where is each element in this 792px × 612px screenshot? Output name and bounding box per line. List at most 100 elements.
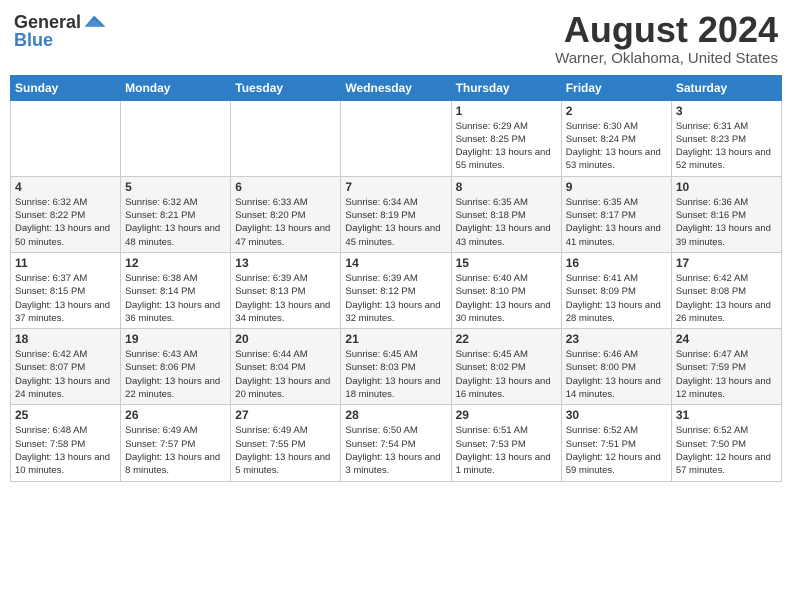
day-info: Sunrise: 6:33 AMSunset: 8:20 PMDaylight:… [235,196,336,249]
day-info: Sunrise: 6:42 AMSunset: 8:08 PMDaylight:… [676,272,777,325]
day-info: Sunrise: 6:42 AMSunset: 8:07 PMDaylight:… [15,348,116,401]
calendar-cell: 27 Sunrise: 6:49 AMSunset: 7:55 PMDayligh… [231,405,341,481]
day-number: 5 [125,180,226,194]
day-info: Sunrise: 6:30 AMSunset: 8:24 PMDaylight:… [566,120,667,173]
day-info: Sunrise: 6:45 AMSunset: 8:02 PMDaylight:… [456,348,557,401]
calendar-cell: 7 Sunrise: 6:34 AMSunset: 8:19 PMDaylight… [341,176,451,252]
calendar-cell: 1 Sunrise: 6:29 AMSunset: 8:25 PMDaylight… [451,100,561,176]
calendar-cell: 30 Sunrise: 6:52 AMSunset: 7:51 PMDayligh… [561,405,671,481]
day-number: 4 [15,180,116,194]
logo-blue: Blue [14,30,53,51]
day-number: 16 [566,256,667,270]
day-info: Sunrise: 6:50 AMSunset: 7:54 PMDaylight:… [345,424,446,477]
day-info: Sunrise: 6:41 AMSunset: 8:09 PMDaylight:… [566,272,667,325]
calendar-cell [11,100,121,176]
day-header-friday: Friday [561,75,671,100]
day-number: 1 [456,104,557,118]
day-number: 22 [456,332,557,346]
day-number: 10 [676,180,777,194]
day-header-monday: Monday [121,75,231,100]
day-number: 18 [15,332,116,346]
logo: General Blue [14,10,107,51]
day-number: 13 [235,256,336,270]
day-number: 19 [125,332,226,346]
day-info: Sunrise: 6:52 AMSunset: 7:51 PMDaylight:… [566,424,667,477]
week-row-2: 4 Sunrise: 6:32 AMSunset: 8:22 PMDaylight… [11,176,782,252]
day-number: 23 [566,332,667,346]
day-info: Sunrise: 6:32 AMSunset: 8:21 PMDaylight:… [125,196,226,249]
calendar-cell: 29Sunrise: 6:51 AMSunset: 7:53 PMDayligh… [451,405,561,481]
calendar-cell: 19 Sunrise: 6:43 AMSunset: 8:06 PMDayligh… [121,329,231,405]
calendar-cell: 2 Sunrise: 6:30 AMSunset: 8:24 PMDaylight… [561,100,671,176]
day-number: 12 [125,256,226,270]
day-number: 15 [456,256,557,270]
day-info: Sunrise: 6:49 AMSunset: 7:57 PMDaylight:… [125,424,226,477]
calendar-cell: 26 Sunrise: 6:49 AMSunset: 7:57 PMDayligh… [121,405,231,481]
calendar-cell: 12 Sunrise: 6:38 AMSunset: 8:14 PMDayligh… [121,252,231,328]
calendar-cell: 22 Sunrise: 6:45 AMSunset: 8:02 PMDayligh… [451,329,561,405]
day-info: Sunrise: 6:40 AMSunset: 8:10 PMDaylight:… [456,272,557,325]
day-number: 11 [15,256,116,270]
calendar-cell: 13 Sunrise: 6:39 AMSunset: 8:13 PMDayligh… [231,252,341,328]
day-header-saturday: Saturday [671,75,781,100]
day-info: Sunrise: 6:37 AMSunset: 8:15 PMDaylight:… [15,272,116,325]
day-info: Sunrise: 6:46 AMSunset: 8:00 PMDaylight:… [566,348,667,401]
calendar-cell: 31 Sunrise: 6:52 AMSunset: 7:50 PMDayligh… [671,405,781,481]
day-info: Sunrise: 6:39 AMSunset: 8:12 PMDaylight:… [345,272,446,325]
calendar-cell: 10Sunrise: 6:36 AMSunset: 8:16 PMDayligh… [671,176,781,252]
day-number: 3 [676,104,777,118]
page-header: General Blue August 2024 Warner, Oklahom… [10,10,782,67]
calendar-cell: 3Sunrise: 6:31 AMSunset: 8:23 PMDaylight… [671,100,781,176]
calendar-cell: 6 Sunrise: 6:33 AMSunset: 8:20 PMDaylight… [231,176,341,252]
day-info: Sunrise: 6:48 AMSunset: 7:58 PMDaylight:… [15,424,116,477]
calendar-cell [341,100,451,176]
day-number: 7 [345,180,446,194]
calendar-cell: 20Sunrise: 6:44 AMSunset: 8:04 PMDayligh… [231,329,341,405]
day-number: 31 [676,408,777,422]
calendar-cell: 11 Sunrise: 6:37 AMSunset: 8:15 PMDayligh… [11,252,121,328]
day-number: 27 [235,408,336,422]
calendar-cell: 17Sunrise: 6:42 AMSunset: 8:08 PMDayligh… [671,252,781,328]
day-number: 9 [566,180,667,194]
day-info: Sunrise: 6:49 AMSunset: 7:55 PMDaylight:… [235,424,336,477]
day-info: Sunrise: 6:29 AMSunset: 8:25 PMDaylight:… [456,120,557,173]
day-number: 2 [566,104,667,118]
day-number: 24 [676,332,777,346]
calendar-cell: 9 Sunrise: 6:35 AMSunset: 8:17 PMDaylight… [561,176,671,252]
calendar-cell: 16 Sunrise: 6:41 AMSunset: 8:09 PMDayligh… [561,252,671,328]
day-info: Sunrise: 6:45 AMSunset: 8:03 PMDaylight:… [345,348,446,401]
day-number: 26 [125,408,226,422]
week-row-3: 11 Sunrise: 6:37 AMSunset: 8:15 PMDayligh… [11,252,782,328]
day-info: Sunrise: 6:39 AMSunset: 8:13 PMDaylight:… [235,272,336,325]
day-number: 30 [566,408,667,422]
day-info: Sunrise: 6:47 AMSunset: 7:59 PMDaylight:… [676,348,777,401]
day-info: Sunrise: 6:44 AMSunset: 8:04 PMDaylight:… [235,348,336,401]
calendar-cell: 5 Sunrise: 6:32 AMSunset: 8:21 PMDaylight… [121,176,231,252]
calendar-cell: 21Sunrise: 6:45 AMSunset: 8:03 PMDayligh… [341,329,451,405]
day-number: 25 [15,408,116,422]
calendar-title: August 2024 [555,10,778,50]
day-number: 8 [456,180,557,194]
day-number: 14 [345,256,446,270]
day-info: Sunrise: 6:52 AMSunset: 7:50 PMDaylight:… [676,424,777,477]
week-row-4: 18 Sunrise: 6:42 AMSunset: 8:07 PMDayligh… [11,329,782,405]
day-info: Sunrise: 6:34 AMSunset: 8:19 PMDaylight:… [345,196,446,249]
calendar-table: SundayMondayTuesdayWednesdayThursdayFrid… [10,75,782,482]
day-number: 6 [235,180,336,194]
calendar-cell: 24 Sunrise: 6:47 AMSunset: 7:59 PMDayligh… [671,329,781,405]
day-info: Sunrise: 6:38 AMSunset: 8:14 PMDaylight:… [125,272,226,325]
day-header-thursday: Thursday [451,75,561,100]
calendar-cell: 14 Sunrise: 6:39 AMSunset: 8:12 PMDayligh… [341,252,451,328]
calendar-cell: 18 Sunrise: 6:42 AMSunset: 8:07 PMDayligh… [11,329,121,405]
calendar-cell: 8 Sunrise: 6:35 AMSunset: 8:18 PMDaylight… [451,176,561,252]
logo-icon [83,10,107,34]
day-header-sunday: Sunday [11,75,121,100]
calendar-cell: 15 Sunrise: 6:40 AMSunset: 8:10 PMDayligh… [451,252,561,328]
day-info: Sunrise: 6:43 AMSunset: 8:06 PMDaylight:… [125,348,226,401]
day-number: 29 [456,408,557,422]
day-info: Sunrise: 6:35 AMSunset: 8:17 PMDaylight:… [566,196,667,249]
day-info: Sunrise: 6:35 AMSunset: 8:18 PMDaylight:… [456,196,557,249]
calendar-cell: 28Sunrise: 6:50 AMSunset: 7:54 PMDayligh… [341,405,451,481]
day-info: Sunrise: 6:32 AMSunset: 8:22 PMDaylight:… [15,196,116,249]
calendar-cell: 4 Sunrise: 6:32 AMSunset: 8:22 PMDaylight… [11,176,121,252]
